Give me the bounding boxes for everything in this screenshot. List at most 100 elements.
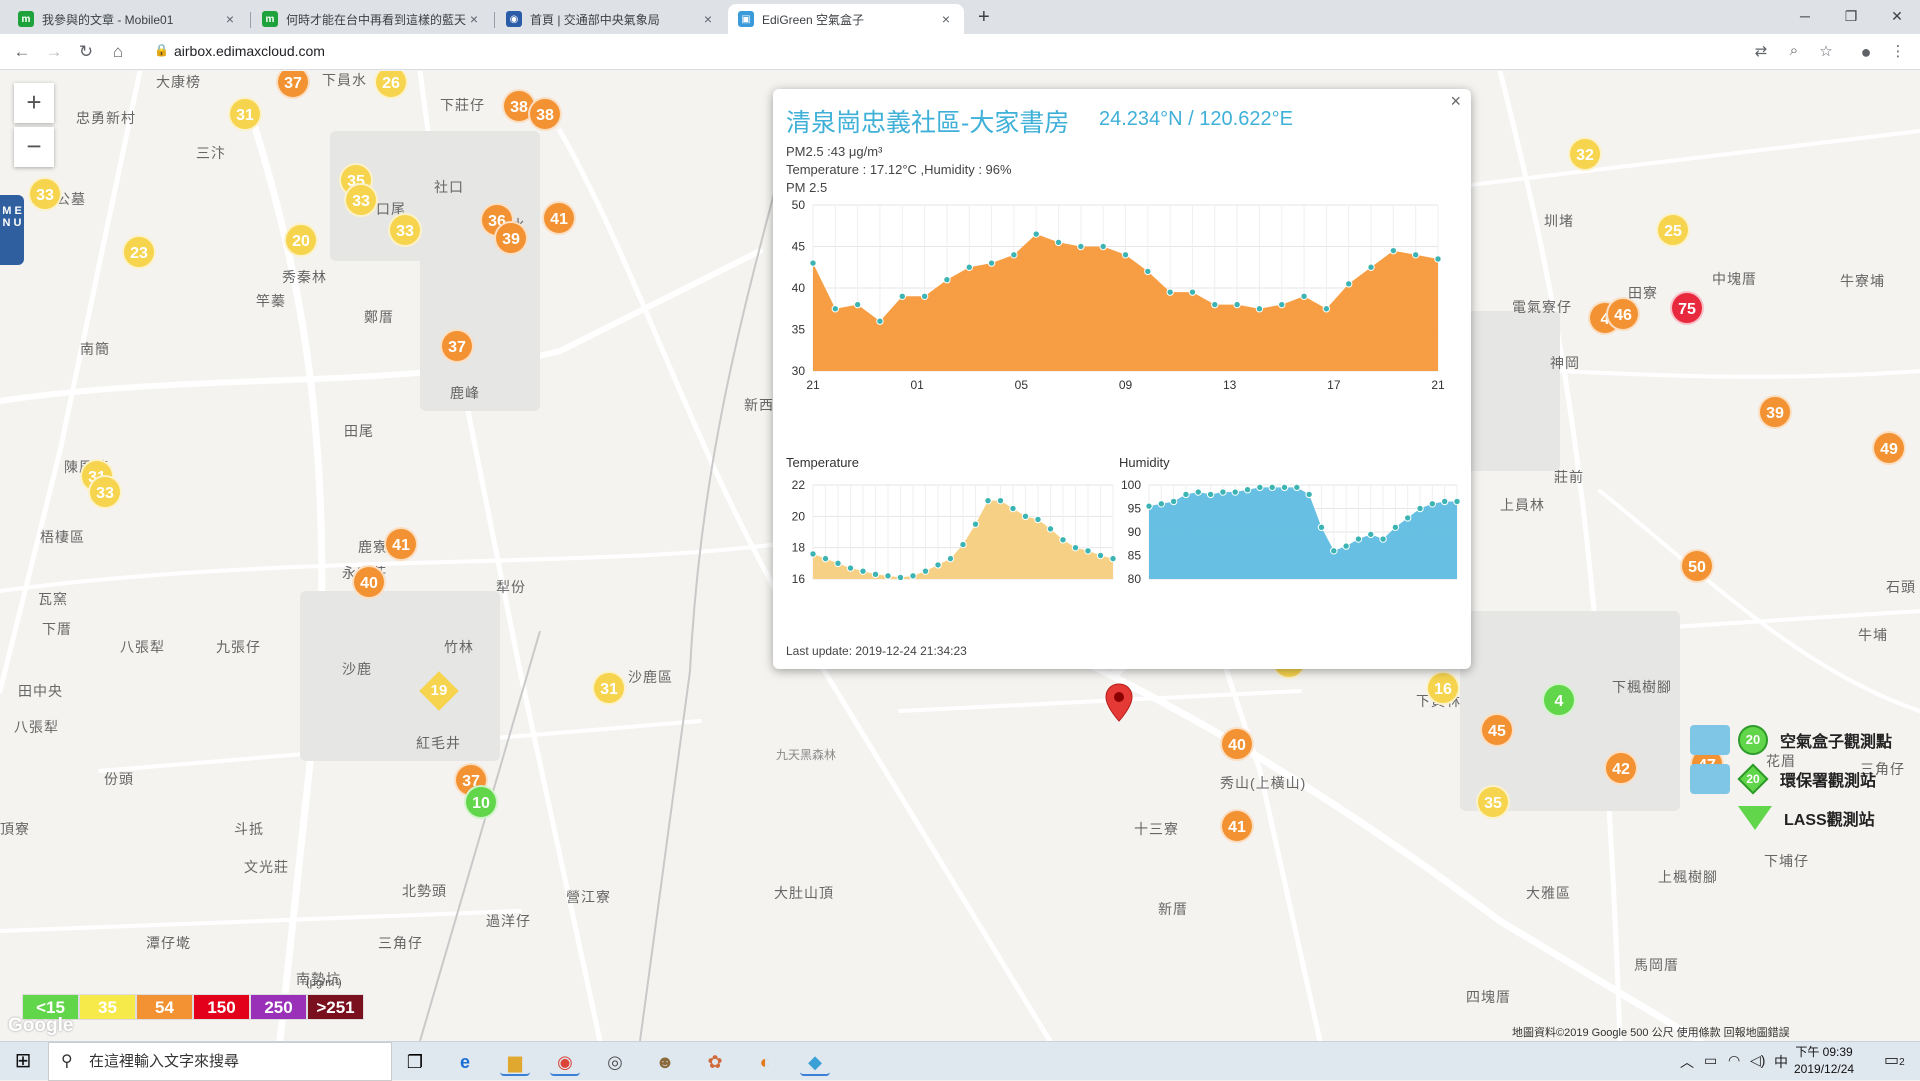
legend-airbox[interactable]: 20 空氣盒子觀測點	[1690, 725, 1892, 755]
airbox-marker[interactable]: 32	[1568, 137, 1602, 171]
data-point	[1032, 230, 1040, 238]
airbox-marker[interactable]: 31	[592, 671, 626, 705]
airbox-marker[interactable]: 33	[28, 177, 62, 211]
notification-center-icon[interactable]: ▭2	[1884, 1050, 1905, 1070]
zoom-out-button[interactable]: −	[14, 127, 54, 167]
airbox-marker[interactable]: 45	[1480, 713, 1514, 747]
tab-mobile01-articles[interactable]: m 我參與的文章 - Mobile01 ×	[8, 4, 248, 34]
map-attribution[interactable]: 地圖資料©2019 Google 500 公尺 使用條款 回報地圖錯誤	[1512, 1024, 1790, 1040]
tab-cwb-home[interactable]: ◉ 首頁 | 交通部中央氣象局 ×	[496, 4, 726, 34]
wifi-icon[interactable]: ◠	[1728, 1052, 1740, 1069]
data-point	[1345, 280, 1353, 288]
epa-station-marker[interactable]: 4	[1542, 683, 1576, 717]
new-tab-button[interactable]: +	[978, 6, 990, 29]
data-point	[1096, 551, 1105, 560]
address-bar[interactable]: airbox.edimaxcloud.com	[174, 43, 325, 59]
popup-close-button[interactable]: ×	[1450, 91, 1461, 112]
airbox-marker[interactable]: 49	[1872, 431, 1906, 465]
location-pin-icon[interactable]	[1105, 683, 1133, 723]
tab-close-icon[interactable]: ×	[222, 11, 238, 27]
airbox-marker[interactable]: 20	[284, 223, 318, 257]
data-point	[1084, 547, 1092, 555]
airbox-marker[interactable]: 50	[1680, 549, 1714, 583]
file-explorer-icon[interactable]: ▆	[500, 1048, 530, 1076]
reload-button[interactable]: ↻	[74, 40, 98, 64]
tray-chevron-icon[interactable]: ︿	[1680, 1052, 1694, 1072]
back-button[interactable]: ←	[10, 40, 34, 64]
airbox-marker[interactable]: 40	[1220, 727, 1254, 761]
airbox-marker[interactable]: 40	[352, 565, 386, 599]
temperature-chart-title: Temperature	[786, 455, 859, 470]
tab-close-icon[interactable]: ×	[700, 11, 716, 27]
data-point	[853, 300, 862, 309]
y-tick-label: 100	[1121, 478, 1141, 492]
airbox-marker[interactable]: 41	[384, 527, 418, 561]
chrome-icon[interactable]: ◉	[550, 1048, 580, 1076]
taskbar-search[interactable]: ⚲ 在這裡輸入文字來搜尋	[48, 1042, 392, 1081]
app8-icon[interactable]: ◐	[750, 1048, 780, 1076]
start-button[interactable]: ⊞	[0, 1042, 46, 1081]
mobile01-favicon-icon: m	[18, 11, 34, 27]
place-label: 上員林	[1500, 497, 1545, 513]
aqi-level-moderate: 35	[79, 994, 136, 1020]
airbox-marker[interactable]: 39	[494, 221, 528, 255]
data-point	[1219, 488, 1227, 496]
ime-indicator[interactable]: 中	[1774, 1052, 1788, 1072]
edigreen-favicon-icon: ▣	[738, 11, 754, 27]
airbox-marker[interactable]: 41	[542, 201, 576, 235]
airbox-marker[interactable]: 33	[88, 475, 122, 509]
app6-icon[interactable]: ☻	[650, 1048, 680, 1076]
close-window-button[interactable]: ✕	[1874, 4, 1920, 28]
taskbar-clock[interactable]: 下午 09:39 2019/12/24	[1794, 1044, 1854, 1078]
humidity-chart-title: Humidity	[1119, 455, 1170, 470]
aqi-level-sensitive: 54	[136, 994, 193, 1020]
profile-icon[interactable]: ●	[1856, 42, 1876, 63]
airbox-marker[interactable]: 16	[1426, 671, 1460, 705]
tab-blue-sky-thread[interactable]: m 何時才能在台中再看到這樣的藍天 ×	[252, 4, 492, 34]
legend-lass[interactable]: LASS觀測站	[1690, 803, 1875, 833]
browser-menu-icon[interactable]: ⋮	[1888, 42, 1908, 60]
battery-icon[interactable]: ▭	[1704, 1052, 1717, 1069]
airbox-marker[interactable]: 25	[1656, 213, 1690, 247]
volume-icon[interactable]: ◁)	[1750, 1052, 1765, 1069]
maximize-button[interactable]: ❐	[1828, 4, 1874, 28]
airbox-marker[interactable]: 33	[388, 213, 422, 247]
y-tick-label: 35	[792, 323, 806, 337]
airbox-marker[interactable]: 46	[1606, 297, 1640, 331]
home-button[interactable]: ⌂	[106, 40, 130, 64]
legend-epa[interactable]: 20 環保署觀測站	[1690, 763, 1876, 795]
airbox-marker[interactable]: 42	[1604, 751, 1638, 785]
app5-icon[interactable]: ◎	[600, 1048, 630, 1076]
airbox-marker[interactable]: 33	[344, 183, 378, 217]
airbox-marker[interactable]: 41	[1220, 809, 1254, 843]
app9-icon[interactable]: ◆	[800, 1048, 830, 1076]
airbox-marker[interactable]: 39	[1758, 395, 1792, 429]
menu-tab[interactable]: M E N U	[0, 195, 24, 265]
airbox-marker[interactable]: 37	[440, 329, 474, 363]
airbox-marker[interactable]: 38	[528, 97, 562, 131]
aqi-level-unhealthy: 150	[193, 994, 250, 1020]
epa-station-diamond-marker[interactable]: 19	[419, 671, 459, 711]
edge-icon[interactable]: e	[450, 1048, 480, 1076]
airbox-marker[interactable]: 31	[228, 97, 262, 131]
app7-icon[interactable]: ✿	[700, 1048, 730, 1076]
zoom-icon[interactable]: ⌕	[1784, 42, 1804, 59]
tab-close-icon[interactable]: ×	[466, 11, 482, 27]
tab-edigreen-airbox[interactable]: ▣ EdiGreen 空氣盒子 ×	[728, 4, 964, 34]
airbox-marker[interactable]: 75	[1670, 291, 1704, 325]
minimize-button[interactable]: ─	[1782, 4, 1828, 28]
task-view-icon[interactable]: ❐	[400, 1048, 430, 1076]
epa-station-marker[interactable]: 10	[464, 785, 498, 819]
lock-icon[interactable]: 🔒	[154, 43, 169, 57]
air-quality-map[interactable]: 大康榜 下員水 忠勇新村 下莊仔 三汴 社口 公墓 口尾 清水 秀秦林 南簡 竿…	[0, 71, 1920, 1041]
bookmark-star-icon[interactable]: ☆	[1816, 42, 1836, 60]
translate-icon[interactable]: ⇄	[1751, 42, 1771, 60]
airbox-marker[interactable]: 35	[1476, 785, 1510, 819]
place-label: 份頭	[104, 771, 134, 787]
zoom-in-button[interactable]: +	[14, 83, 54, 123]
place-label: 三汴	[196, 145, 226, 161]
tab-close-icon[interactable]: ×	[938, 11, 954, 27]
forward-button[interactable]: →	[42, 40, 66, 64]
data-point	[1305, 490, 1313, 499]
airbox-marker[interactable]: 23	[122, 235, 156, 269]
